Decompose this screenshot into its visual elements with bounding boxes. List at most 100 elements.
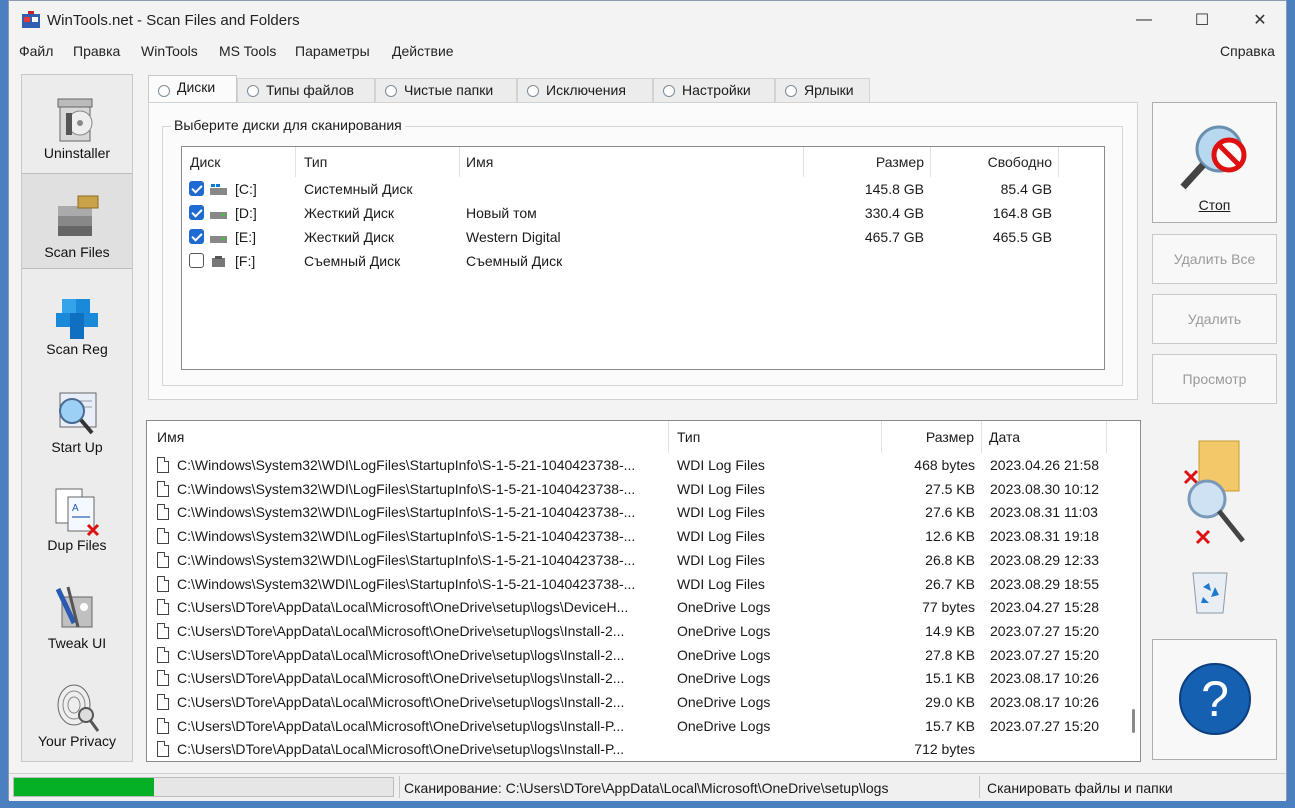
disk-row-c[interactable]: [C:] Системный Диск 145.8 GB 85.4 GB bbox=[182, 178, 1104, 202]
column-header-name[interactable]: Имя bbox=[157, 421, 669, 453]
svg-text:A: A bbox=[72, 503, 79, 514]
file-date: 2023.08.31 11:03 bbox=[990, 504, 1098, 521]
menu-parameters[interactable]: Параметры bbox=[295, 43, 370, 59]
file-type: OneDrive Logs bbox=[677, 646, 771, 663]
sidebar-item-scan-reg[interactable]: Scan Reg bbox=[22, 271, 132, 367]
menu-mstools[interactable]: MS Tools bbox=[219, 43, 276, 59]
file-row[interactable]: C:\Users\DTore\AppData\Local\Microsoft\O… bbox=[147, 667, 1127, 691]
column-header-size[interactable]: Размер bbox=[882, 421, 982, 453]
file-type: OneDrive Logs bbox=[677, 599, 771, 616]
file-icon bbox=[157, 622, 169, 639]
file-size: 26.8 KB bbox=[925, 551, 975, 568]
delete-button[interactable]: Удалить bbox=[1152, 294, 1277, 344]
menu-wintools[interactable]: WinTools bbox=[141, 43, 198, 59]
sidebar-item-scan-files[interactable]: Scan Files bbox=[22, 173, 132, 269]
sidebar-item-dup-files[interactable]: A Dup Files bbox=[22, 467, 132, 563]
disk-row-e[interactable]: [E:] Жесткий Диск Western Digital 465.7 … bbox=[182, 226, 1104, 250]
column-header-type[interactable]: Тип bbox=[677, 421, 882, 453]
column-header-date[interactable]: Дата bbox=[989, 421, 1107, 453]
tab-shortcuts[interactable]: Ярлыки bbox=[775, 78, 870, 102]
file-row[interactable]: C:\Windows\System32\WDI\LogFiles\Startup… bbox=[147, 454, 1127, 478]
file-date: 2023.08.31 19:18 bbox=[990, 528, 1099, 545]
tab-exclusions[interactable]: Исключения bbox=[517, 78, 653, 102]
file-type: OneDrive Logs bbox=[677, 622, 771, 639]
file-type: WDI Log Files bbox=[677, 480, 765, 497]
file-row[interactable]: C:\Users\DTore\AppData\Local\Microsoft\O… bbox=[147, 596, 1127, 620]
maximize-button[interactable]: ☐ bbox=[1173, 1, 1231, 39]
disk-list[interactable]: Диск Тип Имя Размер Свободно [C:] Систем… bbox=[181, 146, 1105, 370]
sidebar-label: Scan Files bbox=[44, 244, 110, 260]
sidebar-item-your-privacy[interactable]: Your Privacy bbox=[22, 663, 132, 759]
file-name: C:\Users\DTore\AppData\Local\Microsoft\O… bbox=[177, 694, 625, 710]
svg-text:?: ? bbox=[1201, 671, 1229, 727]
scanning-path-text: Сканирование: C:\Users\DTore\AppData\Loc… bbox=[404, 780, 889, 796]
file-row[interactable]: C:\Users\DTore\AppData\Local\Microsoft\O… bbox=[147, 738, 1127, 761]
file-icon bbox=[157, 599, 169, 616]
column-header-size[interactable]: Размер bbox=[804, 147, 931, 177]
scrollbar-thumb[interactable] bbox=[1132, 709, 1135, 733]
tab-disks[interactable]: Диски bbox=[148, 75, 237, 103]
disk-row-d[interactable]: [D:] Жесткий Диск Новый том 330.4 GB 164… bbox=[182, 202, 1104, 226]
sidebar-item-uninstaller[interactable]: Uninstaller bbox=[22, 75, 132, 171]
radio-icon bbox=[158, 85, 170, 97]
file-date: 2023.07.27 15:20 bbox=[990, 646, 1099, 663]
disks-group-title: Выберите диски для сканирования bbox=[171, 117, 405, 133]
file-name: C:\Windows\System32\WDI\LogFiles\Startup… bbox=[177, 575, 636, 592]
file-icon bbox=[157, 717, 169, 734]
dup-files-icon: A bbox=[55, 488, 100, 537]
disk-checkbox[interactable] bbox=[189, 205, 204, 220]
disk-name: Western Digital bbox=[466, 229, 561, 245]
status-action-text: Сканировать файлы и папки bbox=[987, 780, 1173, 796]
vertical-scrollbar[interactable] bbox=[1126, 421, 1140, 761]
file-row[interactable]: C:\Windows\System32\WDI\LogFiles\Startup… bbox=[147, 549, 1127, 573]
column-header-free[interactable]: Свободно bbox=[931, 147, 1059, 177]
menu-bar: Файл Правка WinTools MS Tools Параметры … bbox=[9, 39, 1286, 65]
menu-help[interactable]: Справка bbox=[1220, 43, 1275, 59]
column-header-disk[interactable]: Диск bbox=[190, 147, 296, 177]
sidebar-item-start-up[interactable]: Start Up bbox=[22, 369, 132, 465]
minimize-button[interactable]: — bbox=[1115, 1, 1173, 39]
tab-label: Ярлыки bbox=[804, 82, 854, 98]
file-row[interactable]: C:\Windows\System32\WDI\LogFiles\Startup… bbox=[147, 501, 1127, 525]
view-button[interactable]: Просмотр bbox=[1152, 354, 1277, 404]
file-row[interactable]: C:\Windows\System32\WDI\LogFiles\Startup… bbox=[147, 525, 1127, 549]
disk-size: 465.7 GB bbox=[864, 229, 924, 245]
disk-checkbox[interactable] bbox=[189, 253, 204, 268]
file-row[interactable]: C:\Windows\System32\WDI\LogFiles\Startup… bbox=[147, 573, 1127, 597]
delete-all-button[interactable]: Удалить Все bbox=[1152, 234, 1277, 284]
menu-edit[interactable]: Правка bbox=[73, 43, 120, 59]
file-row[interactable]: C:\Users\DTore\AppData\Local\Microsoft\O… bbox=[147, 644, 1127, 668]
tab-label: Настройки bbox=[682, 82, 751, 98]
file-icon bbox=[157, 551, 169, 568]
stop-button[interactable]: Стоп bbox=[1152, 102, 1277, 223]
close-button[interactable]: ✕ bbox=[1231, 1, 1289, 39]
disk-letter: [E:] bbox=[235, 229, 257, 245]
found-files-list[interactable]: Имя Тип Размер Дата C:\Windows\System32\… bbox=[146, 420, 1141, 762]
file-date: 2023.07.27 15:20 bbox=[990, 717, 1099, 734]
disk-checkbox[interactable] bbox=[189, 181, 204, 196]
file-name: C:\Windows\System32\WDI\LogFiles\Startup… bbox=[177, 504, 636, 521]
tab-label: Исключения bbox=[546, 82, 626, 98]
tab-file-types[interactable]: Типы файлов bbox=[237, 78, 375, 102]
tab-settings[interactable]: Настройки bbox=[653, 78, 775, 102]
file-size: 468 bytes bbox=[914, 457, 975, 473]
column-header-name[interactable]: Имя bbox=[466, 147, 804, 177]
help-icon: ? bbox=[1179, 663, 1251, 735]
tab-clean-folders[interactable]: Чистые папки bbox=[375, 78, 517, 102]
column-header-type[interactable]: Тип bbox=[304, 147, 460, 177]
stop-label: Стоп bbox=[1198, 197, 1231, 213]
file-row[interactable]: C:\Windows\System32\WDI\LogFiles\Startup… bbox=[147, 478, 1127, 502]
file-row[interactable]: C:\Users\DTore\AppData\Local\Microsoft\O… bbox=[147, 620, 1127, 644]
file-row[interactable]: C:\Users\DTore\AppData\Local\Microsoft\O… bbox=[147, 715, 1127, 739]
menu-file[interactable]: Файл bbox=[19, 43, 53, 59]
disk-checkbox[interactable] bbox=[189, 229, 204, 244]
disk-row-f[interactable]: [F:] Съемный Диск Съемный Диск bbox=[182, 250, 1104, 274]
window-title: WinTools.net - Scan Files and Folders bbox=[47, 12, 300, 29]
file-size: 15.1 KB bbox=[925, 670, 975, 687]
file-row[interactable]: C:\Users\DTore\AppData\Local\Microsoft\O… bbox=[147, 691, 1127, 715]
file-size: 15.7 KB bbox=[925, 717, 975, 734]
menu-action[interactable]: Действие bbox=[392, 43, 454, 59]
title-bar: WinTools.net - Scan Files and Folders — … bbox=[9, 1, 1286, 39]
help-button[interactable]: ? bbox=[1152, 639, 1277, 760]
sidebar-item-tweak-ui[interactable]: Tweak UI bbox=[22, 565, 132, 661]
